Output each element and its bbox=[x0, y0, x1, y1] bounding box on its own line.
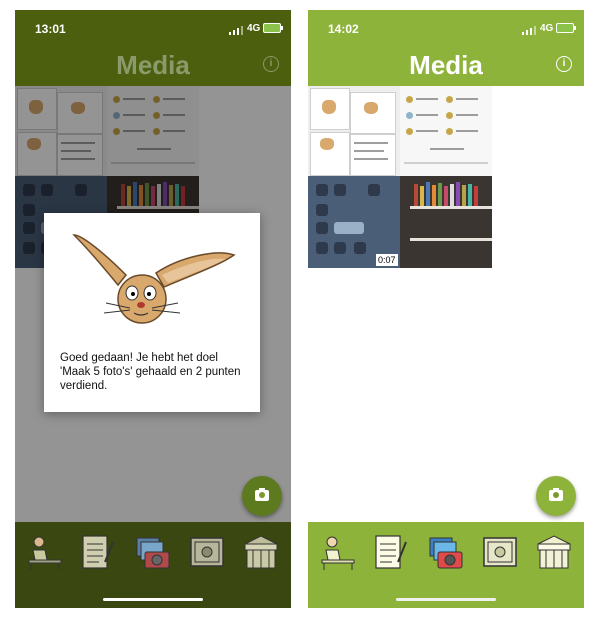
photo-thumbnail[interactable] bbox=[308, 86, 400, 176]
camera-icon bbox=[549, 488, 563, 501]
signal-icon bbox=[522, 25, 536, 35]
nav-photos-camera-icon[interactable] bbox=[133, 532, 173, 572]
photo-thumbnail[interactable] bbox=[400, 176, 492, 268]
home-indicator bbox=[103, 598, 203, 601]
page-title: Media bbox=[409, 50, 483, 80]
network-type: 4G bbox=[540, 23, 554, 34]
nav-checklist-icon[interactable] bbox=[77, 532, 117, 572]
info-icon[interactable]: i bbox=[556, 56, 572, 72]
page-title: Media bbox=[116, 50, 190, 80]
signal-icon bbox=[229, 25, 243, 35]
nav-checklist-icon[interactable] bbox=[370, 532, 410, 572]
nav-certificate-icon[interactable] bbox=[480, 532, 520, 572]
nav-market-stall-icon[interactable] bbox=[241, 532, 281, 572]
dialog-message: Goed gedaan! Je hebt het doel 'Maak 5 fo… bbox=[60, 352, 241, 392]
bottom-nav bbox=[308, 522, 584, 608]
nav-photos-camera-icon[interactable] bbox=[426, 532, 466, 572]
phone-screen-right: 14:02 4G Media i 0:07 bbox=[308, 10, 584, 608]
app-bar: Media i bbox=[15, 46, 291, 86]
rabbit-illustration bbox=[72, 234, 236, 324]
battery-icon bbox=[556, 23, 576, 33]
video-duration: 0:07 bbox=[376, 254, 398, 266]
nav-certificate-icon[interactable] bbox=[187, 532, 227, 572]
goal-achieved-dialog[interactable]: Goed gedaan! Je hebt het doel 'Maak 5 fo… bbox=[44, 213, 260, 412]
battery-icon bbox=[263, 23, 283, 33]
network-type: 4G bbox=[247, 23, 261, 34]
status-bar: 14:02 4G bbox=[308, 10, 584, 46]
status-time: 14:02 bbox=[328, 22, 359, 36]
video-thumbnail[interactable]: 0:07 bbox=[308, 176, 400, 268]
nav-market-stall-icon[interactable] bbox=[534, 532, 574, 572]
phone-screen-left: 13:01 4G Media i Goed gedaan! Je hebt he… bbox=[15, 10, 291, 608]
nav-student-at-desk-icon[interactable] bbox=[318, 532, 358, 572]
status-time: 13:01 bbox=[35, 22, 66, 36]
camera-button[interactable] bbox=[536, 476, 576, 516]
status-bar: 13:01 4G bbox=[15, 10, 291, 46]
camera-icon bbox=[255, 488, 269, 501]
camera-button[interactable] bbox=[242, 476, 282, 516]
app-bar: Media i bbox=[308, 46, 584, 86]
nav-student-at-desk-icon[interactable] bbox=[25, 532, 65, 572]
photo-thumbnail[interactable] bbox=[400, 86, 492, 176]
info-icon[interactable]: i bbox=[263, 56, 279, 72]
media-grid: 0:07 bbox=[308, 86, 584, 522]
home-indicator bbox=[396, 598, 496, 601]
bottom-nav bbox=[15, 522, 291, 608]
